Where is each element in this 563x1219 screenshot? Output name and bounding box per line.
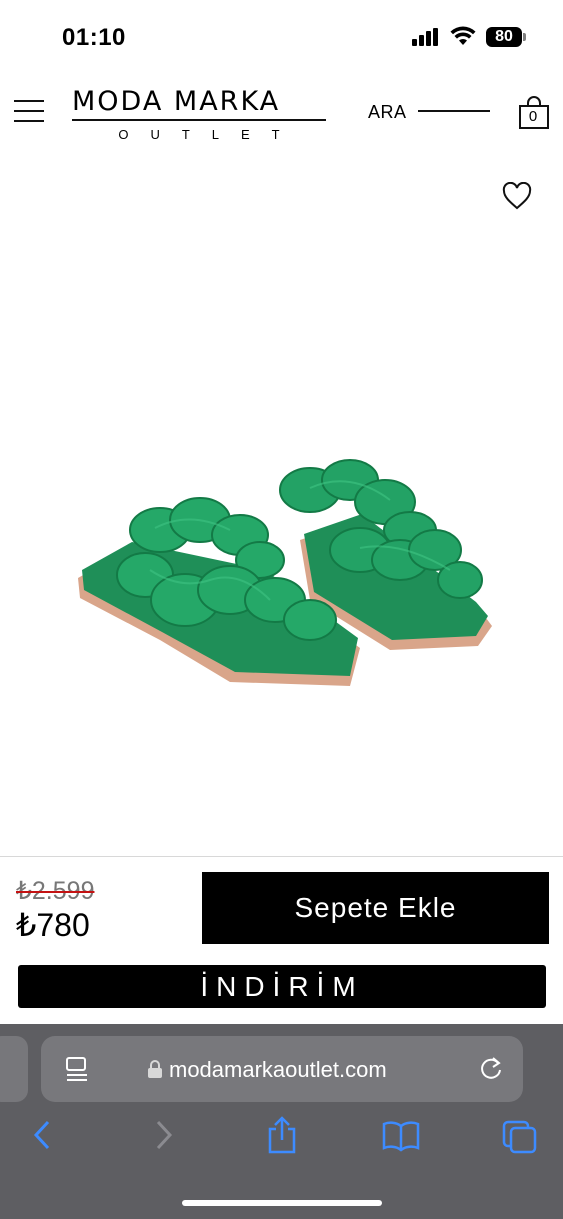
old-price: ₺2.599 bbox=[16, 877, 95, 905]
site-logo[interactable]: MODA MARKA OUTLET bbox=[72, 86, 326, 142]
site-header: MODA MARKA OUTLET ARA 0 bbox=[0, 78, 563, 148]
browser-chrome: modamarkaoutlet.com bbox=[0, 1024, 563, 1219]
status-bar: 01:10 80 bbox=[0, 0, 563, 70]
lock-icon bbox=[148, 1060, 162, 1078]
search-label[interactable]: ARA bbox=[368, 102, 407, 123]
back-chevron-icon[interactable] bbox=[32, 1120, 52, 1150]
price-section-divider bbox=[0, 856, 563, 857]
address-bar[interactable]: modamarkaoutlet.com bbox=[41, 1036, 523, 1102]
tabs-icon[interactable] bbox=[502, 1120, 538, 1154]
logo-main-text: MODA MARKA bbox=[72, 86, 281, 117]
share-icon[interactable] bbox=[266, 1116, 298, 1154]
home-indicator[interactable] bbox=[182, 1200, 382, 1206]
hamburger-menu-icon[interactable] bbox=[14, 100, 44, 124]
logo-sub-text: OUTLET bbox=[118, 127, 302, 142]
reload-icon[interactable] bbox=[477, 1054, 505, 1084]
cellular-signal-icon bbox=[412, 28, 438, 46]
cart-count: 0 bbox=[528, 108, 538, 125]
battery-level: 80 bbox=[486, 27, 522, 47]
cart-button[interactable]: 0 bbox=[518, 96, 550, 130]
product-image[interactable] bbox=[60, 450, 500, 710]
wifi-icon bbox=[450, 26, 476, 45]
heart-icon[interactable] bbox=[502, 182, 532, 210]
search-input-underline[interactable] bbox=[418, 110, 490, 112]
battery-tip bbox=[523, 33, 526, 41]
sale-price: ₺780 bbox=[16, 907, 90, 943]
status-time: 01:10 bbox=[62, 24, 126, 51]
logo-divider bbox=[72, 119, 326, 121]
add-to-cart-button[interactable]: Sepete Ekle bbox=[202, 872, 549, 944]
discount-banner[interactable]: İNDİRİM bbox=[18, 965, 546, 1008]
previous-tab-preview[interactable] bbox=[0, 1036, 28, 1102]
forward-chevron-icon[interactable] bbox=[154, 1120, 174, 1150]
reader-mode-icon[interactable] bbox=[65, 1056, 89, 1082]
url-text: modamarkaoutlet.com bbox=[169, 1057, 387, 1082]
bookmarks-book-icon[interactable] bbox=[382, 1120, 420, 1152]
